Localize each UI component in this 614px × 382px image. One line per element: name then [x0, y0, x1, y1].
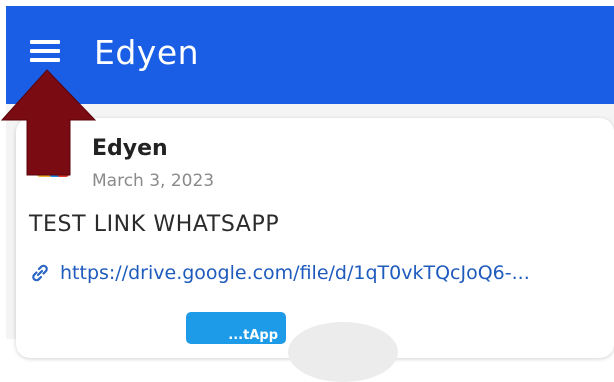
author-logo-icon: [37, 145, 69, 177]
thumbnail-image: [288, 322, 398, 382]
post-author[interactable]: Edyen: [92, 134, 168, 164]
hamburger-line: [30, 49, 60, 53]
link-url[interactable]: https://drive.google.com/file/d/1qT0vkTQ…: [60, 260, 530, 286]
thumbnail-badge: ...tApp: [186, 312, 286, 344]
hamburger-menu-icon: [30, 40, 60, 44]
hamburger-line: [30, 58, 60, 62]
post-date: March 3, 2023: [92, 171, 215, 191]
link-icon: [32, 264, 48, 282]
app-title: Edyen: [94, 33, 200, 72]
post-title: TEST LINK WHATSAPP: [29, 212, 280, 237]
menu-button[interactable]: [30, 40, 64, 70]
post-link[interactable]: https://drive.google.com/file/d/1qT0vkTQ…: [28, 258, 606, 288]
app-bar: Edyen: [6, 6, 614, 104]
